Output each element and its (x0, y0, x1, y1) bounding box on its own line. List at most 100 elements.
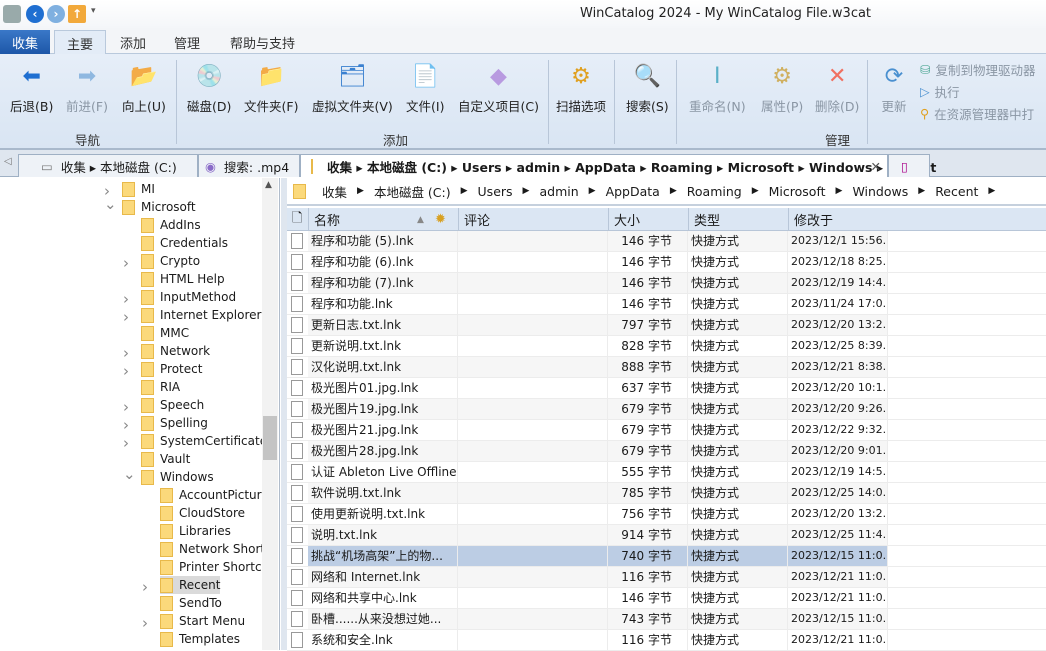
file-row[interactable]: 认证 Ableton Live Offline...555 字节快捷方式2023… (287, 462, 1046, 483)
file-row[interactable]: 汉化说明.txt.lnk888 字节快捷方式2023/12/21 8:38... (287, 357, 1046, 378)
expand-icon[interactable]: › (123, 434, 129, 452)
tree-item[interactable]: Windows (141, 468, 214, 486)
column-comment[interactable]: 评论 (458, 208, 608, 231)
execute-button[interactable]: ▷执行 (920, 82, 960, 101)
add-virtual-folder-button[interactable]: 🗂虚拟文件夹(V) (312, 62, 393, 115)
breadcrumb-item[interactable]: Users (478, 184, 513, 199)
add-custom-item-button[interactable]: ◆自定义项目(C) (458, 62, 539, 115)
doc-tab-local-disk[interactable]: ▭收集 ▸ 本地磁盘 (C:) (18, 154, 198, 177)
expand-icon[interactable]: › (123, 290, 129, 308)
tree-item[interactable]: SendTo (160, 594, 222, 612)
gear-icon[interactable]: ✹ (435, 212, 446, 227)
column-type[interactable]: 类型 (688, 208, 788, 231)
file-row[interactable]: 更新日志.txt.lnk797 字节快捷方式2023/12/20 13:2... (287, 315, 1046, 336)
breadcrumb-item[interactable]: 本地磁盘 (C:) (374, 182, 451, 201)
file-type-column-icon[interactable]: 🗋 (287, 208, 308, 231)
file-row[interactable]: 极光图片28.jpg.lnk679 字节快捷方式2023/12/20 9:01.… (287, 441, 1046, 462)
breadcrumb-item[interactable]: Roaming (687, 184, 742, 199)
breadcrumb-item[interactable]: admin (539, 184, 578, 199)
expand-icon[interactable]: › (123, 308, 129, 326)
file-row[interactable]: 程序和功能 (7).lnk146 字节快捷方式2023/12/19 14:4..… (287, 273, 1046, 294)
file-row[interactable]: 使用更新说明.txt.lnk756 字节快捷方式2023/12/20 13:2.… (287, 504, 1046, 525)
scrollbar-thumb[interactable] (263, 416, 277, 460)
tab-add[interactable]: 添加 (108, 30, 158, 55)
tree-item[interactable]: CloudStore (160, 504, 245, 522)
forward-quick-icon[interactable]: › (47, 5, 65, 23)
file-row[interactable]: 极光图片01.jpg.lnk637 字节快捷方式2023/12/20 10:1.… (287, 378, 1046, 399)
tree-item[interactable]: Crypto (141, 252, 200, 270)
tab-main[interactable]: 主要 (54, 30, 106, 55)
tab-help[interactable]: 帮助与支持 (218, 30, 307, 55)
expand-icon[interactable]: › (123, 362, 129, 380)
breadcrumb-item[interactable]: AppData (606, 184, 660, 199)
back-button[interactable]: ⬅后退(B) (10, 62, 53, 115)
tree-item[interactable]: Network Shortc (160, 540, 272, 558)
breadcrumb-separator-icon[interactable]: ▶ (357, 186, 364, 196)
tree-item[interactable]: Printer Shortcut (160, 558, 274, 576)
tree-item[interactable]: HTML Help (141, 270, 225, 288)
tree-item[interactable]: Templates (160, 630, 240, 648)
tree-item[interactable]: MI (122, 180, 155, 198)
collapse-icon[interactable]: ⌄ (123, 465, 136, 483)
back-quick-icon[interactable]: ‹ (26, 5, 44, 23)
tree-item[interactable]: Spelling (141, 414, 208, 432)
file-row[interactable]: 网络和共享中心.lnk146 字节快捷方式2023/12/21 11:0... (287, 588, 1046, 609)
tree-item[interactable]: SystemCertificates (141, 432, 273, 450)
expand-icon[interactable]: › (123, 344, 129, 362)
copy-to-drive-button[interactable]: ⛁复制到物理驱动器 (920, 60, 1036, 79)
tree-scrollbar[interactable]: ▲ (262, 178, 278, 650)
up-quick-icon[interactable]: ↑ (68, 5, 86, 23)
delete-button[interactable]: ✕删除(D) (815, 62, 859, 115)
column-modified[interactable]: 修改于 (788, 208, 888, 231)
file-row[interactable]: 极光图片21.jpg.lnk679 字节快捷方式2023/12/22 9:32.… (287, 420, 1046, 441)
file-row[interactable]: 程序和功能 (6).lnk146 字节快捷方式2023/12/18 8:25..… (287, 252, 1046, 273)
breadcrumb-separator-icon[interactable]: ▶ (988, 186, 995, 196)
tree-item[interactable]: Start Menu (160, 612, 245, 630)
file-row[interactable]: 网络和 Internet.lnk116 字节快捷方式2023/12/21 11:… (287, 567, 1046, 588)
column-name[interactable]: 名称▲✹ (308, 208, 458, 231)
breadcrumb-item[interactable]: Microsoft (769, 184, 826, 199)
new-tab-button[interactable]: ▯ (888, 154, 930, 177)
close-tab-icon[interactable]: ✕ (871, 159, 881, 174)
breadcrumb-separator-icon[interactable]: ▶ (670, 186, 677, 196)
rename-button[interactable]: I重命名(N) (689, 62, 746, 115)
file-row[interactable]: 系统和安全.lnk116 字节快捷方式2023/12/21 11:0... (287, 630, 1046, 651)
file-row[interactable]: 程序和功能 (5).lnk146 字节快捷方式2023/12/1 15:56..… (287, 231, 1046, 252)
file-row[interactable]: 极光图片19.jpg.lnk679 字节快捷方式2023/12/20 9:26.… (287, 399, 1046, 420)
breadcrumb-separator-icon[interactable]: ▶ (589, 186, 596, 196)
tree-item[interactable]: InputMethod (141, 288, 236, 306)
file-row[interactable]: 挑战“机场高架”上的物...740 字节快捷方式2023/12/15 11:0.… (287, 546, 1046, 567)
file-row[interactable]: 软件说明.txt.lnk785 字节快捷方式2023/12/25 14:0... (287, 483, 1046, 504)
column-size[interactable]: 大小 (608, 208, 688, 231)
doc-tab-search[interactable]: ◉搜索: .mp4 (198, 154, 300, 177)
tab-manage[interactable]: 管理 (162, 30, 212, 55)
tree-item[interactable]: AccountPicture (160, 486, 269, 504)
customize-quick-access-icon[interactable]: ▾ (91, 6, 96, 16)
breadcrumb-separator-icon[interactable]: ▶ (836, 186, 843, 196)
tree-item[interactable]: Protect (141, 360, 202, 378)
open-in-explorer-button[interactable]: ⚲在资源管理器中打 (920, 104, 1034, 123)
tree-item[interactable]: Network (141, 342, 210, 360)
add-folder-button[interactable]: 📁文件夹(F) (244, 62, 298, 115)
expand-icon[interactable]: › (123, 416, 129, 434)
breadcrumb-item[interactable]: Windows (852, 184, 908, 199)
tree-item[interactable]: AddIns (141, 216, 201, 234)
expand-icon[interactable]: › (123, 254, 129, 272)
expand-icon[interactable]: › (142, 614, 148, 632)
expand-icon[interactable]: › (123, 398, 129, 416)
file-row[interactable]: 说明.txt.lnk914 字节快捷方式2023/12/25 11:4... (287, 525, 1046, 546)
update-button[interactable]: ⟳更新 (880, 62, 908, 115)
file-row[interactable]: 卧槽......从来没想过她...743 字节快捷方式2023/12/15 11… (287, 609, 1046, 630)
expand-icon[interactable]: › (142, 578, 148, 596)
scan-options-button[interactable]: ⚙扫描选项 (556, 62, 606, 115)
tree-item[interactable]: Microsoft (122, 198, 196, 216)
breadcrumb-separator-icon[interactable]: ▶ (752, 186, 759, 196)
forward-button[interactable]: ➡前进(F) (66, 62, 108, 115)
scroll-up-icon[interactable]: ▲ (265, 180, 272, 190)
breadcrumb-separator-icon[interactable]: ▶ (523, 186, 530, 196)
search-button[interactable]: 🔍搜索(S) (626, 62, 669, 115)
breadcrumb-item[interactable]: Recent (935, 184, 978, 199)
add-disk-button[interactable]: 💿磁盘(D) (187, 62, 231, 115)
collapse-icon[interactable]: ⌄ (104, 195, 117, 213)
doc-tab-recent[interactable]: 收集 ▸ 本地磁盘 (C:) ▸ Users ▸ admin ▸ AppData… (300, 154, 888, 177)
